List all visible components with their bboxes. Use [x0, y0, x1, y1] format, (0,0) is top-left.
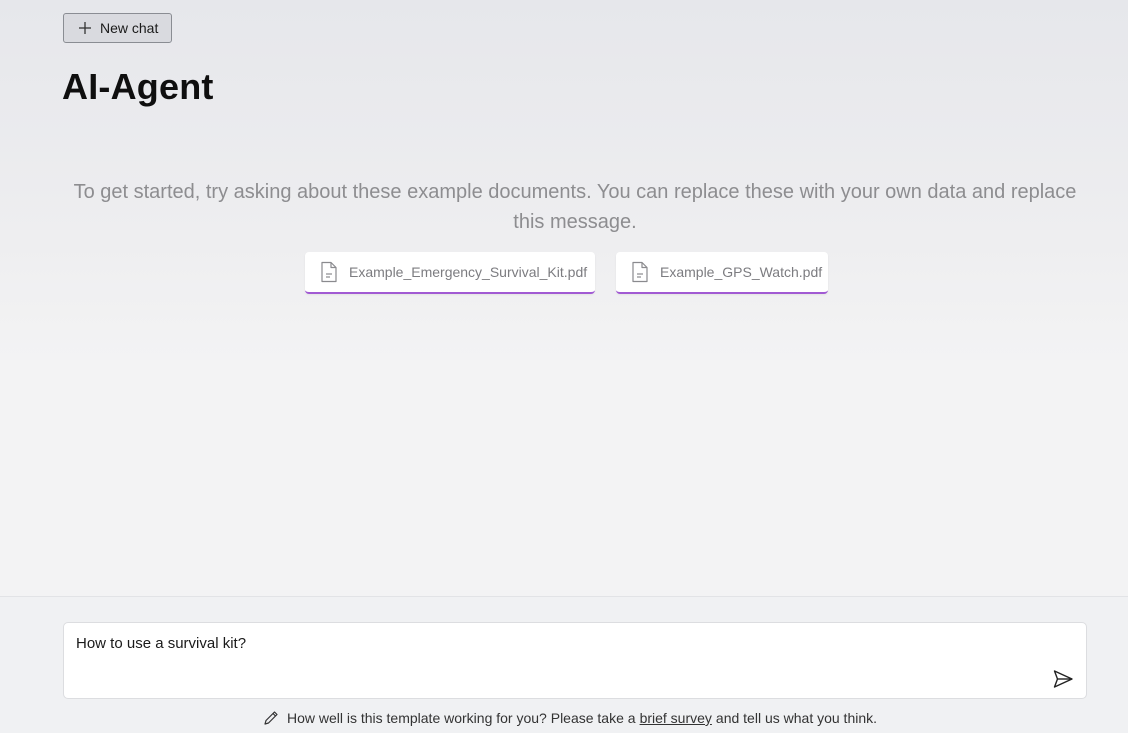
page-title: AI-Agent	[62, 66, 214, 107]
document-name: Example_GPS_Watch.pdf	[660, 264, 823, 280]
feedback-footer: How well is this template working for yo…	[0, 710, 1128, 726]
chat-input[interactable]: How to use a survival kit?	[63, 622, 1087, 699]
plus-icon	[79, 22, 91, 34]
intro-message: To get started, try asking about these e…	[73, 181, 1077, 233]
document-icon	[321, 261, 337, 283]
chat-input-text[interactable]: How to use a survival kit?	[76, 635, 246, 652]
survey-link[interactable]: brief survey	[640, 710, 712, 726]
document-name: Example_Emergency_Survival_Kit.pdf	[349, 264, 588, 280]
example-document-button[interactable]: Example_Emergency_Survival_Kit.pdf	[305, 252, 595, 294]
send-icon[interactable]	[1052, 668, 1074, 690]
document-icon	[632, 261, 648, 283]
footer-prefix: How well is this template working for yo…	[286, 710, 636, 726]
new-chat-button[interactable]: New chat	[63, 13, 172, 43]
example-document-button[interactable]: Example_GPS_Watch.pdf	[616, 252, 828, 294]
chat-input-area: How to use a survival kit? How well is t…	[0, 596, 1128, 733]
footer-suffix: and tell us what you think.	[715, 710, 878, 726]
pencil-icon	[264, 711, 278, 725]
new-chat-label: New chat	[100, 20, 159, 36]
